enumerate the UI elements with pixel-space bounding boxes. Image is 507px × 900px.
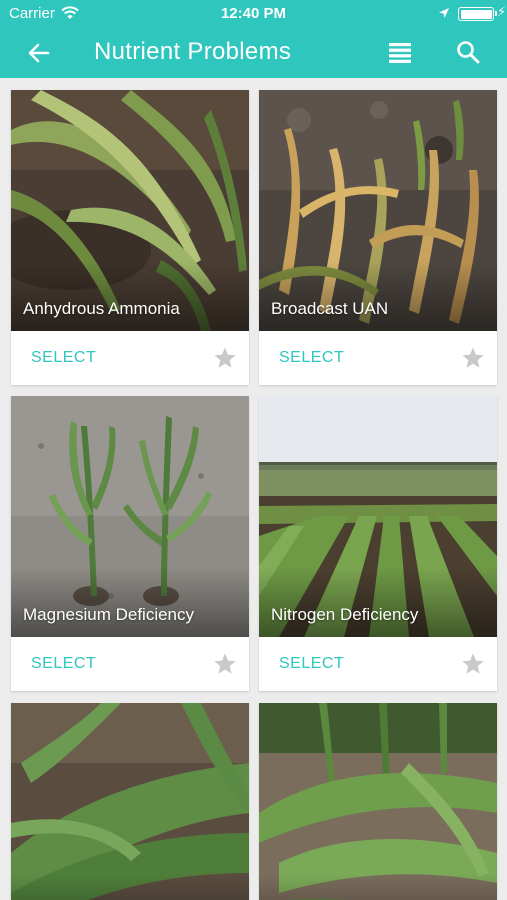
search-icon[interactable] (456, 40, 480, 64)
location-arrow-icon (439, 8, 449, 18)
problem-label: Anhydrous Ammonia (23, 299, 180, 318)
problem-label: Magnesium Deficiency (23, 605, 195, 624)
select-button[interactable]: SELECT (279, 655, 344, 673)
problem-label: Broadcast UAN (271, 299, 389, 318)
select-button[interactable]: SELECT (31, 655, 96, 673)
problem-photo: Nitrogen Deficiency (259, 396, 497, 637)
nav-bar: Nutrient Problems (0, 28, 507, 78)
problem-card[interactable]: Magnesium Deficiency SELECT (11, 396, 249, 691)
card-actions: SELECT (259, 331, 497, 385)
star-icon[interactable] (213, 652, 237, 676)
star-icon[interactable] (213, 346, 237, 370)
problem-card[interactable]: Broadcast UAN SELECT (259, 90, 497, 385)
problem-photo: Anhydrous Ammonia (11, 90, 249, 331)
charging-bolt-icon: ⚡ (497, 4, 507, 19)
problem-card[interactable]: Anhydrous Ammonia SELECT (11, 90, 249, 385)
card-actions: SELECT (259, 637, 497, 691)
problem-photo: Broadcast UAN (259, 90, 497, 331)
problem-card[interactable] (11, 703, 249, 900)
status-bar: Carrier 12:40 PM ⚡ (0, 0, 507, 28)
star-icon[interactable] (461, 346, 485, 370)
problem-label: Nitrogen Deficiency (271, 605, 419, 624)
list-view-icon[interactable] (388, 41, 412, 65)
back-arrow-icon[interactable] (26, 40, 52, 66)
problem-card[interactable] (259, 703, 497, 900)
select-button[interactable]: SELECT (31, 349, 96, 367)
status-time: 12:40 PM (220, 5, 287, 22)
card-actions: SELECT (11, 331, 249, 385)
card-actions: SELECT (11, 637, 249, 691)
select-button[interactable]: SELECT (279, 349, 344, 367)
star-icon[interactable] (461, 652, 485, 676)
battery-icon (458, 7, 497, 21)
problem-grid: Anhydrous Ammonia SELECT Broadcast UAN S… (0, 78, 507, 900)
problem-photo (259, 703, 497, 900)
problem-photo (11, 703, 249, 900)
problem-photo: Magnesium Deficiency (11, 396, 249, 637)
page-title: Nutrient Problems (94, 38, 292, 65)
problem-card[interactable]: Nitrogen Deficiency SELECT (259, 396, 497, 691)
